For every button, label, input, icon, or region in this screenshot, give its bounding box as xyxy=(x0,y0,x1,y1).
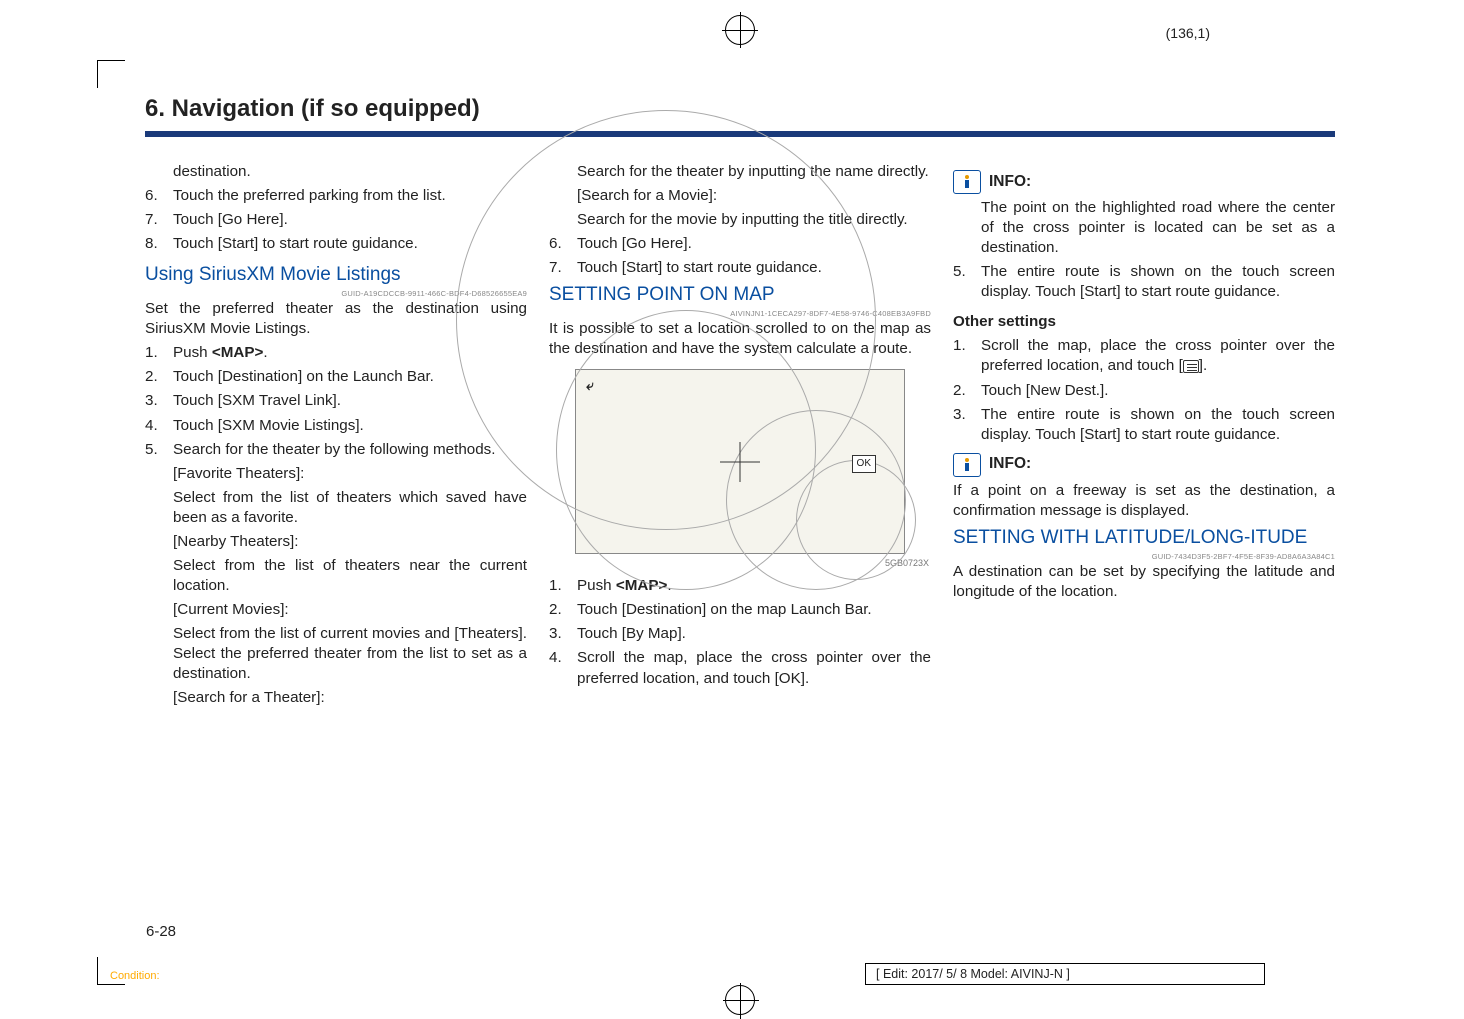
text-destination: destination. xyxy=(173,162,527,182)
search-theater-h: [Search for a Theater]: xyxy=(173,688,527,708)
map-step-2: 2.Touch [Destination] on the map Launch … xyxy=(549,600,931,620)
list-item-6: 6.Touch the preferred parking from the l… xyxy=(145,186,527,206)
info-box-2: INFO: xyxy=(953,453,1335,477)
nearby-theaters-p: Select from the list of theaters near th… xyxy=(173,556,527,596)
map-step-1: 1.Push <MAP>. xyxy=(549,576,931,596)
info2-text: If a point on a freeway is set as the de… xyxy=(953,481,1335,521)
other-settings-h: Other settings xyxy=(953,312,1335,332)
step-4: 4.Touch [SXM Movie Listings]. xyxy=(145,416,527,436)
page-number: 6-28 xyxy=(146,923,176,940)
info1-text: The point on the highlighted road where … xyxy=(981,198,1335,258)
current-movies-h: [Current Movies]: xyxy=(173,600,527,620)
heading-latlon: SETTING WITH LATITUDE/LONG-ITUDE xyxy=(953,525,1335,550)
column-3: INFO: The point on the highlighted road … xyxy=(953,162,1335,712)
crop-mark-tl xyxy=(97,60,125,88)
registration-mark-top xyxy=(725,15,755,45)
info-icon xyxy=(953,170,981,194)
section-title: 6. Navigation (if so equipped) xyxy=(145,95,1335,123)
c3-item-5: 5.The entire route is shown on the touch… xyxy=(953,262,1335,302)
map-road-4 xyxy=(796,460,916,580)
para-latlon: A destination can be set by specifying t… xyxy=(953,562,1335,602)
edit-info-box: [ Edit: 2017/ 5/ 8 Model: AIVINJ-N ] xyxy=(865,963,1265,985)
nearby-theaters-h: [Nearby Theaters]: xyxy=(173,532,527,552)
map-screenshot: ⤶ OK xyxy=(575,369,905,554)
other-step-1: 1.Scroll the map, place the cross pointe… xyxy=(953,336,1335,376)
other-step-3: 3.The entire route is shown on the touch… xyxy=(953,405,1335,445)
registration-mark-bottom xyxy=(725,985,755,1015)
step-5: 5.Search for the theater by the followin… xyxy=(145,440,527,460)
fav-theaters-h: [Favorite Theaters]: xyxy=(173,464,527,484)
map-ok-button: OK xyxy=(852,455,876,472)
guid-latlon: GUID-7434D3F5-2BF7-4F5E-8F39-AD8A6A3A84C… xyxy=(953,552,1335,562)
condition-label: Condition: xyxy=(110,970,160,982)
list-icon xyxy=(1183,360,1199,373)
map-step-3: 3.Touch [By Map]. xyxy=(549,624,931,644)
crosshair-h xyxy=(720,461,760,462)
info-box-1: INFO: xyxy=(953,170,1335,194)
info-label: INFO: xyxy=(989,172,1031,192)
list-item-7: 7.Touch [Go Here]. xyxy=(145,210,527,230)
column-2: Search for the theater by inputting the … xyxy=(549,162,931,712)
map-step-4: 4.Scroll the map, place the cross pointe… xyxy=(549,648,931,688)
info-icon xyxy=(953,453,981,477)
page-coordinate: (136,1) xyxy=(1166,25,1210,41)
current-movies-p: Select from the list of current movies a… xyxy=(173,624,527,684)
info-label: INFO: xyxy=(989,454,1031,474)
other-step-2: 2.Touch [New Dest.]. xyxy=(953,381,1335,401)
fav-theaters-p: Select from the list of theaters which s… xyxy=(173,488,527,528)
